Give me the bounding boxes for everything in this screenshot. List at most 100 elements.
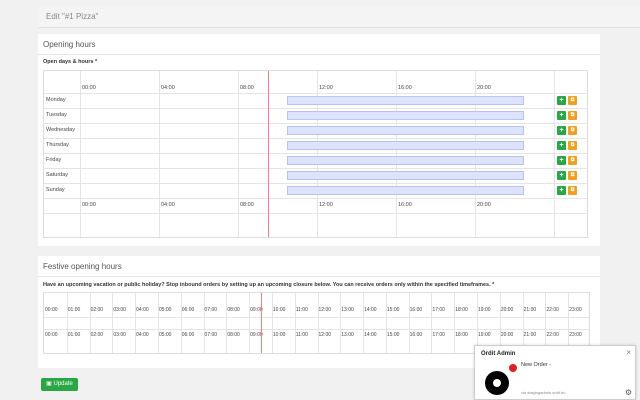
add-timeslot-button[interactable]: + bbox=[557, 156, 566, 165]
time-label: 20:00 bbox=[477, 202, 491, 208]
hour-label: 18:00 bbox=[455, 332, 468, 338]
hour-label: 12:00 bbox=[318, 332, 332, 338]
hour-label: 13:00 bbox=[341, 332, 354, 338]
opening-hours-panel: Opening hours Open days & hours * 00:00 0… bbox=[38, 34, 600, 246]
hour-label: 06:00 bbox=[181, 307, 195, 313]
update-button[interactable]: ▣ Update bbox=[41, 378, 78, 391]
add-timeslot-button[interactable]: + bbox=[557, 171, 566, 180]
time-label: 00:00 bbox=[82, 85, 96, 91]
grid-line bbox=[135, 293, 137, 353]
panel-divider bbox=[38, 54, 600, 55]
day-label: Friday bbox=[46, 157, 62, 163]
add-timeslot-button[interactable]: + bbox=[557, 111, 566, 120]
opening-time-bar[interactable] bbox=[287, 96, 525, 105]
grid-line bbox=[44, 317, 589, 318]
add-timeslot-button[interactable]: + bbox=[557, 186, 566, 195]
hour-label: 21:00 bbox=[523, 307, 537, 313]
grid-line bbox=[226, 293, 228, 353]
hour-label: 22:00 bbox=[546, 307, 559, 313]
grid-line bbox=[271, 293, 273, 353]
notification-title: Ordit Admin bbox=[481, 351, 516, 357]
copy-day-button[interactable]: ⧉ bbox=[568, 111, 577, 120]
opening-hours-title: Opening hours bbox=[43, 40, 96, 49]
update-button-label: Update bbox=[53, 381, 73, 387]
day-label: Sunday bbox=[46, 187, 65, 193]
opening-time-bar[interactable] bbox=[287, 141, 525, 150]
copy-day-button[interactable]: ⧉ bbox=[568, 156, 577, 165]
copy-day-button[interactable]: ⧉ bbox=[568, 171, 577, 180]
grid-line bbox=[249, 293, 251, 353]
grid-line bbox=[477, 293, 479, 353]
opening-time-bar[interactable] bbox=[287, 171, 525, 180]
hour-label: 02:00 bbox=[90, 307, 104, 313]
grid-line bbox=[294, 293, 296, 353]
hour-label: 11:00 bbox=[295, 332, 308, 338]
panel-divider bbox=[38, 276, 600, 277]
time-label: 12:00 bbox=[319, 85, 333, 91]
copy-day-button[interactable]: ⧉ bbox=[568, 141, 577, 150]
hour-label: 23:00 bbox=[569, 307, 582, 313]
festive-hours-title: Festive opening hours bbox=[43, 262, 122, 271]
grid-line bbox=[44, 138, 587, 139]
copy-day-button[interactable]: ⧉ bbox=[568, 186, 577, 195]
hour-label: 00:00 bbox=[45, 332, 58, 338]
hour-label: 20:00 bbox=[500, 332, 514, 338]
hour-label: 21:00 bbox=[523, 332, 537, 338]
time-label: 04:00 bbox=[161, 85, 175, 91]
grid-line bbox=[431, 293, 433, 353]
grid-line bbox=[44, 213, 587, 214]
hour-label: 23:00 bbox=[569, 332, 582, 338]
day-label: Monday bbox=[46, 97, 66, 103]
weekly-schedule-grid: 00:00 00:00 04:00 04:00 08:00 08:00 12:00 12:00… bbox=[43, 70, 588, 238]
grid-line bbox=[499, 293, 501, 353]
hour-label: 17:00 bbox=[432, 332, 445, 338]
hour-label: 07:00 bbox=[204, 307, 218, 313]
hour-label: 16:00 bbox=[409, 307, 423, 313]
hour-label: 11:00 bbox=[295, 307, 308, 313]
time-label: 16:00 bbox=[398, 85, 412, 91]
hour-label: 06:00 bbox=[181, 332, 195, 338]
hour-label: 08:00 bbox=[227, 307, 240, 313]
add-timeslot-button[interactable]: + bbox=[557, 126, 566, 135]
hour-label: 15:00 bbox=[386, 307, 400, 313]
page-title: Edit "#1 Pizza" bbox=[46, 12, 99, 21]
day-label: Wednesday bbox=[46, 127, 75, 133]
opening-time-bar[interactable] bbox=[287, 111, 525, 120]
hour-label: 14:00 bbox=[364, 307, 377, 313]
copy-day-button[interactable]: ⧉ bbox=[568, 96, 577, 105]
opening-time-bar[interactable] bbox=[287, 126, 525, 135]
add-timeslot-button[interactable]: + bbox=[557, 141, 566, 150]
notification-message: New Order - bbox=[521, 362, 551, 368]
grid-line bbox=[44, 183, 587, 184]
gear-icon[interactable]: ⚙ bbox=[625, 388, 632, 397]
hour-label: 00:00 bbox=[45, 307, 58, 313]
opening-time-bar[interactable] bbox=[287, 156, 525, 165]
day-label: Tuesday bbox=[46, 112, 67, 118]
opening-time-bar[interactable] bbox=[287, 186, 525, 195]
notification-toast[interactable]: Ordit Admin × New Order - via stagingadm… bbox=[474, 345, 636, 400]
festive-description: Have an upcoming vacation or public holi… bbox=[43, 282, 495, 288]
grid-line bbox=[317, 293, 319, 353]
hour-label: 19:00 bbox=[478, 332, 491, 338]
copy-day-button[interactable]: ⧉ bbox=[568, 126, 577, 135]
grid-line bbox=[44, 93, 587, 94]
grid-line bbox=[112, 293, 114, 353]
time-label: 04:00 bbox=[161, 202, 175, 208]
notification-source: via stagingadmin.ordit.hu bbox=[521, 390, 566, 395]
hour-label: 05:00 bbox=[158, 332, 172, 338]
time-label: 00:00 bbox=[82, 202, 96, 208]
hour-label: 03:00 bbox=[113, 307, 126, 313]
add-timeslot-button[interactable]: + bbox=[557, 96, 566, 105]
time-label: 08:00 bbox=[240, 202, 254, 208]
grid-line bbox=[44, 153, 587, 154]
grid-line bbox=[454, 293, 456, 353]
current-time-indicator bbox=[267, 71, 269, 237]
grid-line bbox=[203, 293, 205, 353]
grid-line bbox=[340, 293, 342, 353]
hour-label: 08:00 bbox=[227, 332, 240, 338]
grid-line bbox=[89, 293, 91, 353]
hour-label: 15:00 bbox=[386, 332, 400, 338]
close-icon[interactable]: × bbox=[626, 348, 631, 357]
grid-line bbox=[44, 123, 587, 124]
hour-label: 22:00 bbox=[546, 332, 559, 338]
